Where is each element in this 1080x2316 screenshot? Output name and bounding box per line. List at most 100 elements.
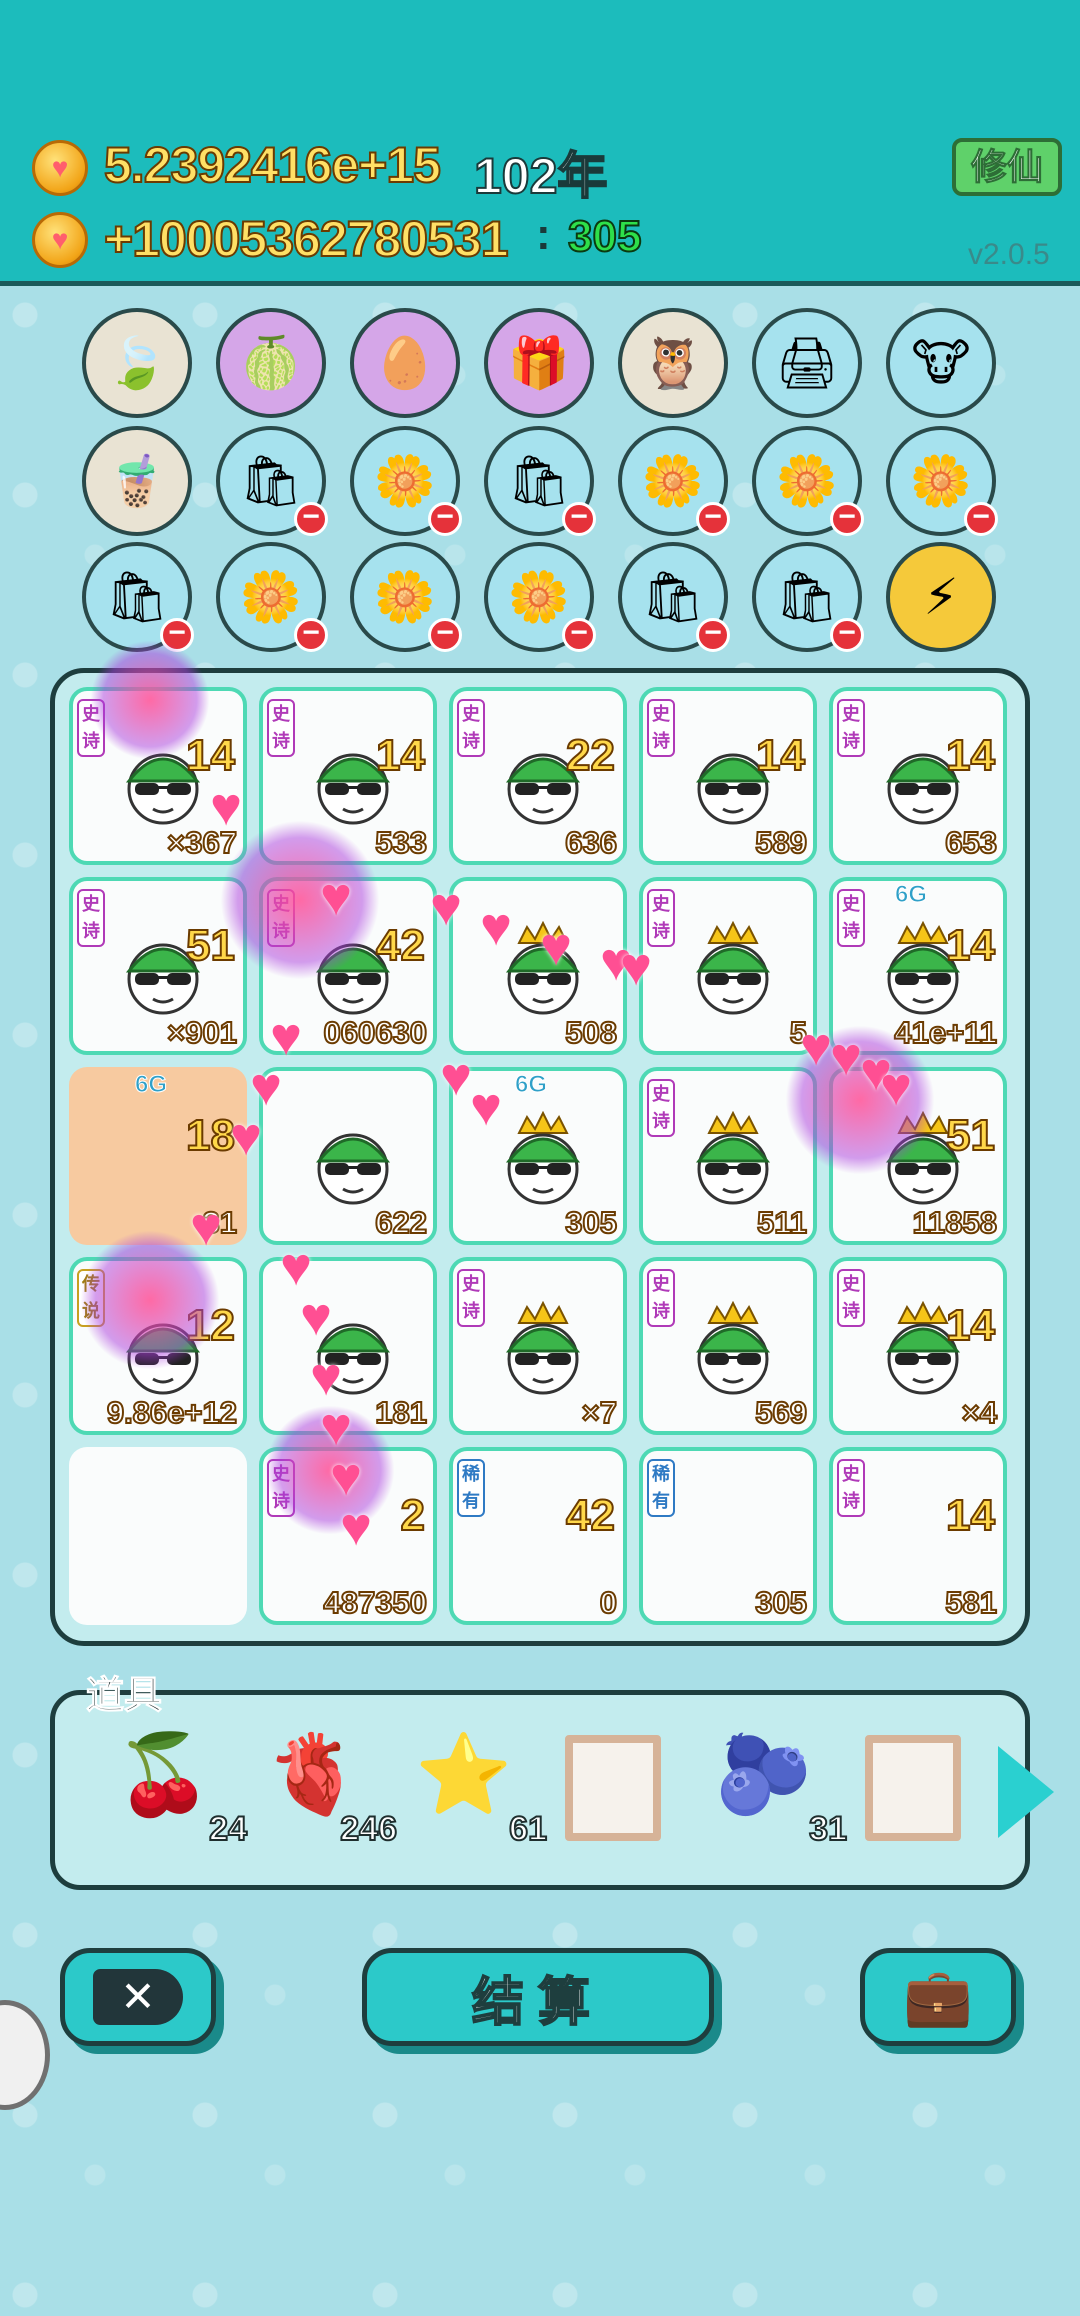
- flower-icon[interactable]: 🌼 −: [886, 426, 998, 536]
- cell-value: 581: [944, 1584, 998, 1621]
- settle-button[interactable]: 结算: [362, 1948, 714, 2046]
- flower-icon[interactable]: 🌼 −: [618, 426, 730, 536]
- heart-icon: ♥: [250, 1057, 283, 1117]
- cell-value: 305: [754, 1584, 808, 1621]
- bag-icon[interactable]: 🛍 −: [216, 426, 328, 536]
- g-badge: 6G: [514, 1071, 548, 1099]
- cell-value: 11858: [912, 1204, 998, 1241]
- cell-value: 636: [564, 824, 618, 861]
- owl-icon[interactable]: 🦉: [618, 308, 728, 418]
- egg-icon[interactable]: 🥚: [350, 308, 460, 418]
- board-cell[interactable]: 史诗 22 636: [449, 687, 627, 865]
- empty-frame-icon: [565, 1735, 661, 1841]
- cell-value: ×901: [166, 1014, 238, 1051]
- remove-icon[interactable]: −: [830, 502, 864, 536]
- briefcase-button[interactable]: 💼: [860, 1948, 1016, 2046]
- rarity-tag: 稀有: [647, 1459, 675, 1517]
- remove-icon[interactable]: −: [696, 618, 730, 652]
- empty-frame-prop[interactable]: [865, 1735, 985, 1855]
- blueberry-prop[interactable]: 🫐 31: [715, 1735, 848, 1855]
- leaf-icon[interactable]: 🍃: [82, 308, 192, 418]
- cows-icon[interactable]: 🐮: [886, 308, 996, 418]
- board-cell[interactable]: 史诗 14 589: [639, 687, 817, 865]
- flower-icon[interactable]: 🌼 −: [216, 542, 328, 652]
- level-badge: 14: [945, 920, 996, 971]
- board-cell[interactable]: 622: [259, 1067, 437, 1245]
- star-prop[interactable]: ⭐ 61: [415, 1735, 548, 1855]
- bag-icon[interactable]: 🛍 −: [82, 542, 194, 652]
- gift-icon[interactable]: 🎁: [484, 308, 594, 418]
- close-button[interactable]: ✕: [60, 1948, 216, 2046]
- heart-icon: ♥: [430, 877, 463, 937]
- heart-icon: ♥: [320, 867, 353, 927]
- glow-effect: [220, 820, 380, 980]
- board-cell[interactable]: 稀有 305: [639, 1447, 817, 1625]
- remove-icon[interactable]: −: [294, 502, 328, 536]
- bag-icon[interactable]: 🛍 −: [618, 542, 730, 652]
- heart-icon: ♥: [440, 1047, 473, 1107]
- milk-tea-icon[interactable]: 🧋: [82, 426, 192, 536]
- heart-icon: ♥: [270, 1007, 303, 1067]
- cell-value: 181: [374, 1394, 428, 1431]
- board-cell[interactable]: 史诗 14 581: [829, 1447, 1007, 1625]
- heart-icon: ♥: [340, 1497, 373, 1557]
- cell-value: ×7: [581, 1394, 618, 1431]
- bag-icon[interactable]: 🛍 −: [752, 542, 864, 652]
- remove-icon[interactable]: −: [830, 618, 864, 652]
- board-cell[interactable]: [69, 1447, 247, 1625]
- icon-row: 🛍 − 🌼 − 🌼 − 🌼 − 🛍 − 🛍 − ⚡: [82, 542, 998, 652]
- remove-icon[interactable]: −: [428, 618, 462, 652]
- level-badge: 22: [565, 730, 616, 781]
- flower-icon[interactable]: 🌼 −: [752, 426, 864, 536]
- lightning-icon[interactable]: ⚡: [886, 542, 996, 652]
- rarity-tag: 稀有: [457, 1459, 485, 1517]
- lychee-prop[interactable]: 🍒 24: [115, 1730, 248, 1855]
- rarity-tag: 史诗: [457, 1269, 485, 1327]
- cell-value: 508: [564, 1014, 618, 1051]
- next-arrow-icon[interactable]: [998, 1746, 1054, 1838]
- remove-icon[interactable]: −: [428, 502, 462, 536]
- empty-frame-prop[interactable]: [565, 1735, 685, 1855]
- settle-label: 结算: [471, 1973, 604, 2033]
- xiuxian-button[interactable]: 修仙: [952, 138, 1062, 196]
- pomelo-icon[interactable]: 🍈: [216, 308, 326, 418]
- remove-icon[interactable]: −: [562, 618, 596, 652]
- remove-icon[interactable]: −: [294, 618, 328, 652]
- board-cell[interactable]: 稀有 42 0: [449, 1447, 627, 1625]
- board-cell[interactable]: 史诗 569: [639, 1257, 817, 1435]
- heart-icon: ♥: [800, 1017, 833, 1077]
- flower-icon[interactable]: 🌼 −: [484, 542, 596, 652]
- lychee-icon: 🍒: [115, 1730, 213, 1818]
- remove-icon[interactable]: −: [964, 502, 998, 536]
- cell-value: 569: [754, 1394, 808, 1431]
- props-title: 道具: [85, 1675, 163, 1718]
- cell-value: 622: [374, 1204, 428, 1241]
- level-badge: 51: [945, 1110, 996, 1161]
- remove-icon[interactable]: −: [696, 502, 730, 536]
- board-cell[interactable]: 史诗 14 ×4: [829, 1257, 1007, 1435]
- bag-icon[interactable]: 🛍 −: [484, 426, 596, 536]
- rarity-tag: 史诗: [267, 699, 295, 757]
- heart-icon: ♥: [280, 1237, 313, 1297]
- level-badge: 14: [945, 1300, 996, 1351]
- rarity-tag: 史诗: [77, 889, 105, 947]
- printer-icon[interactable]: 🖨: [752, 308, 862, 418]
- liver-icon: 🫀: [265, 1730, 363, 1818]
- liver-prop[interactable]: 🫀 246: [265, 1730, 398, 1855]
- count-value: 305: [567, 211, 642, 262]
- board-cell[interactable]: 史诗 5: [639, 877, 817, 1055]
- prop-count: 31: [808, 1809, 848, 1849]
- flower-icon[interactable]: 🌼 −: [350, 542, 462, 652]
- level-badge: 14: [945, 1490, 996, 1541]
- flower-icon[interactable]: 🌼 −: [350, 426, 462, 536]
- heart-icon: ♥: [620, 937, 653, 997]
- version-label: v2.0.5: [968, 238, 1050, 271]
- glow-effect: [90, 640, 210, 760]
- heart-icon: ♥: [470, 1077, 503, 1137]
- heart-icon: ♥: [330, 1447, 363, 1507]
- board-cell[interactable]: 史诗 14 653: [829, 687, 1007, 865]
- cell-value: ×4: [961, 1394, 998, 1431]
- cell-value: 653: [944, 824, 998, 861]
- remove-icon[interactable]: −: [562, 502, 596, 536]
- board-cell[interactable]: 史诗 ×7: [449, 1257, 627, 1435]
